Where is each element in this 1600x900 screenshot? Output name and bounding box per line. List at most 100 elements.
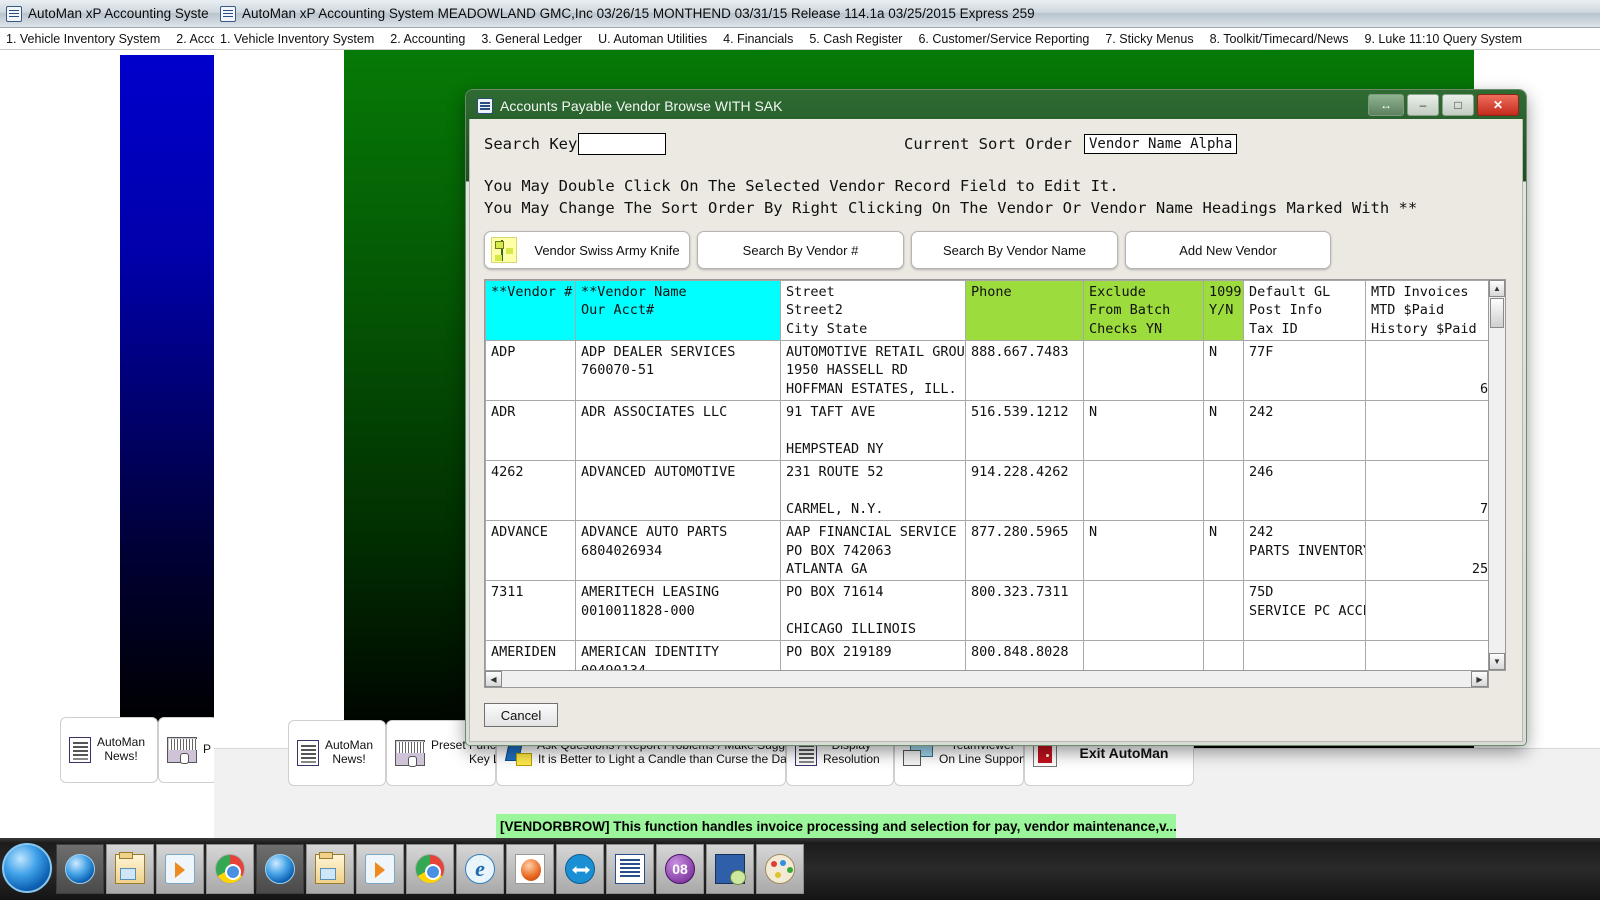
close-button[interactable]: ✕ <box>1477 94 1519 116</box>
bg-button-automan-news[interactable]: AutoMan News! <box>60 717 158 783</box>
cell-phone[interactable]: 800.323.7311 <box>966 581 1084 641</box>
minimize-button[interactable]: – <box>1407 94 1439 116</box>
background-window-menubar[interactable]: 1. Vehicle Inventory System 2. Accountin… <box>0 28 214 50</box>
menu-item-sticky-menus[interactable]: 7. Sticky Menus <box>1105 32 1193 46</box>
taskbar-item-google-chrome[interactable] <box>206 844 254 894</box>
taskbar-item-google-chrome-2[interactable] <box>406 844 454 894</box>
scroll-up-button[interactable]: ▲ <box>1489 280 1505 297</box>
table-row[interactable]: ADPADP DEALER SERVICES 760070-51AUTOMOTI… <box>486 341 1490 401</box>
cell-exclude[interactable] <box>1084 461 1204 521</box>
bg-menu-item-1[interactable]: 2. Accounting <box>176 32 214 46</box>
taskbar-item-explorer-2[interactable] <box>306 844 354 894</box>
main-window-menubar[interactable]: 1. Vehicle Inventory System 2. Accountin… <box>214 28 1600 50</box>
column-header-exclude[interactable]: Exclude From Batch Checks YN <box>1084 281 1204 341</box>
cell-exclude[interactable] <box>1084 341 1204 401</box>
button-automan-news[interactable]: AutoMan News! <box>288 720 386 786</box>
cell-mtd[interactable]: 0.00 0.00 111.62 <box>1366 641 1490 671</box>
cell-exclude[interactable]: N <box>1084 521 1204 581</box>
sort-order-value[interactable]: Vendor Name Alpha <box>1084 134 1237 154</box>
cell-address[interactable]: AUTOMOTIVE RETAIL GROUP 1950 HASSELL RD … <box>781 341 966 401</box>
cell-vendor_no[interactable]: ADP <box>486 341 576 401</box>
cell-vendor_no[interactable]: 4262 <box>486 461 576 521</box>
cell-gl[interactable]: 75D SERVICE PC ACCES <box>1244 581 1366 641</box>
cell-mtd[interactable]: 0.00 0.00 7,447.52 <box>1366 461 1490 521</box>
cell-ten99[interactable] <box>1204 581 1244 641</box>
cell-phone[interactable]: 888.667.7483 <box>966 341 1084 401</box>
cell-exclude[interactable] <box>1084 641 1204 671</box>
cell-vendor_no[interactable]: AMERIDEN <box>486 641 576 671</box>
cell-vendor_no[interactable]: 7311 <box>486 581 576 641</box>
taskbar-item-windows-media-player-2[interactable] <box>356 844 404 894</box>
column-header-mtd[interactable]: MTD Invoices MTD $Paid History $Paid <box>1366 281 1490 341</box>
cell-ten99[interactable]: N <box>1204 341 1244 401</box>
taskbar-item-remote-desktop[interactable] <box>706 844 754 894</box>
column-header-phone[interactable]: Phone <box>966 281 1084 341</box>
menu-item-accounting[interactable]: 2. Accounting <box>390 32 465 46</box>
scroll-left-button[interactable]: ◀ <box>485 671 502 687</box>
search-key-input[interactable] <box>578 133 666 155</box>
menu-item-automan-utilities[interactable]: U. Automan Utilities <box>598 32 707 46</box>
menu-item-customer-service-reporting[interactable]: 6. Customer/Service Reporting <box>918 32 1089 46</box>
taskbar-item-app-08[interactable]: 08 <box>656 844 704 894</box>
cell-gl[interactable]: 77F <box>1244 341 1366 401</box>
menu-item-luke-query-system[interactable]: 9. Luke 11:10 Query System <box>1365 32 1523 46</box>
column-header-vendor_no[interactable]: **Vendor # <box>486 281 576 341</box>
search-by-vendor-number-button[interactable]: Search By Vendor # <box>697 231 904 269</box>
cell-phone[interactable]: 800.848.8028 <box>966 641 1084 671</box>
taskbar-item-document-viewer[interactable] <box>606 844 654 894</box>
table-row[interactable]: ADVANCEADVANCE AUTO PARTS 6804026934AAP … <box>486 521 1490 581</box>
menu-item-cash-register[interactable]: 5. Cash Register <box>809 32 902 46</box>
cell-mtd[interactable]: 0.00 0.00 25,862.06 <box>1366 521 1490 581</box>
cell-phone[interactable]: 914.228.4262 <box>966 461 1084 521</box>
taskbar-item-explorer[interactable] <box>106 844 154 894</box>
vendor-swiss-army-knife-button[interactable]: Vendor Swiss Army Knife <box>484 231 690 269</box>
cell-vendor_name[interactable]: ADVANCE AUTO PARTS 6804026934 <box>576 521 781 581</box>
cell-address[interactable]: PO BOX 71614 CHICAGO ILLINOIS <box>781 581 966 641</box>
cell-ten99[interactable] <box>1204 641 1244 671</box>
maximize-button[interactable]: □ <box>1442 94 1474 116</box>
taskbar-item-windows-media-player[interactable] <box>156 844 204 894</box>
table-row[interactable]: AMERIDENAMERICAN IDENTITY 00490134PO BOX… <box>486 641 1490 671</box>
menu-item-general-ledger[interactable]: 3. General Ledger <box>481 32 582 46</box>
cell-ten99[interactable]: N <box>1204 521 1244 581</box>
taskbar-item-teamviewer[interactable] <box>556 844 604 894</box>
taskbar-item-internet-explorer[interactable]: e <box>456 844 504 894</box>
horizontal-scrollbar[interactable]: ◀ ▶ <box>484 671 1489 688</box>
cell-exclude[interactable] <box>1084 581 1204 641</box>
table-row[interactable]: 4262ADVANCED AUTOMOTIVE231 ROUTE 52 CARM… <box>486 461 1490 521</box>
restore-size-button[interactable]: ↔ <box>1368 94 1404 116</box>
table-row[interactable]: ADRADR ASSOCIATES LLC91 TAFT AVE HEMPSTE… <box>486 401 1490 461</box>
bg-menu-item-0[interactable]: 1. Vehicle Inventory System <box>6 32 160 46</box>
taskbar-item-start-flag[interactable] <box>56 844 104 894</box>
cell-gl[interactable]: 246 <box>1244 461 1366 521</box>
cancel-button[interactable]: Cancel <box>484 703 558 727</box>
cell-mtd[interactable]: 0.00 0.00 6,380.27 <box>1366 341 1490 401</box>
start-button[interactable] <box>2 843 52 893</box>
cell-phone[interactable]: 877.280.5965 <box>966 521 1084 581</box>
cell-mtd[interactable]: 0.00 0.00 0.00 <box>1366 401 1490 461</box>
column-header-vendor_name[interactable]: **Vendor Name Our Acct# <box>576 281 781 341</box>
cell-address[interactable]: AAP FINANCIAL SERVICE PO BOX 742063 ATLA… <box>781 521 966 581</box>
table-row[interactable]: 7311AMERITECH LEASING 0010011828-000PO B… <box>486 581 1490 641</box>
cell-gl[interactable]: 242 <box>1244 401 1366 461</box>
cell-vendor_name[interactable]: AMERICAN IDENTITY 00490134 <box>576 641 781 671</box>
menu-item-toolkit-timecard-news[interactable]: 8. Toolkit/Timecard/News <box>1210 32 1349 46</box>
taskbar-item-start-flag-2[interactable] <box>256 844 304 894</box>
menu-item-financials[interactable]: 4. Financials <box>723 32 793 46</box>
cell-address[interactable]: 91 TAFT AVE HEMPSTEAD NY <box>781 401 966 461</box>
bg-button-preset-keys[interactable]: P <box>158 717 218 783</box>
taskbar-item-automan[interactable] <box>506 844 554 894</box>
add-new-vendor-button[interactable]: Add New Vendor <box>1125 231 1331 269</box>
cell-exclude[interactable]: N <box>1084 401 1204 461</box>
cell-address[interactable]: 231 ROUTE 52 CARMEL, N.Y. <box>781 461 966 521</box>
vertical-scrollbar[interactable]: ▲ ▼ <box>1489 279 1506 671</box>
scroll-right-button[interactable]: ▶ <box>1471 671 1488 687</box>
column-header-gl[interactable]: Default GL Post Info Tax ID <box>1244 281 1366 341</box>
column-header-address[interactable]: Street Street2 City State <box>781 281 966 341</box>
cell-vendor_name[interactable]: ADVANCED AUTOMOTIVE <box>576 461 781 521</box>
vendor-table-header-row[interactable]: **Vendor #**Vendor Name Our Acct#Street … <box>486 281 1490 341</box>
cell-ten99[interactable] <box>1204 461 1244 521</box>
cell-vendor_no[interactable]: ADVANCE <box>486 521 576 581</box>
taskbar-item-paint[interactable] <box>756 844 804 894</box>
cell-phone[interactable]: 516.539.1212 <box>966 401 1084 461</box>
